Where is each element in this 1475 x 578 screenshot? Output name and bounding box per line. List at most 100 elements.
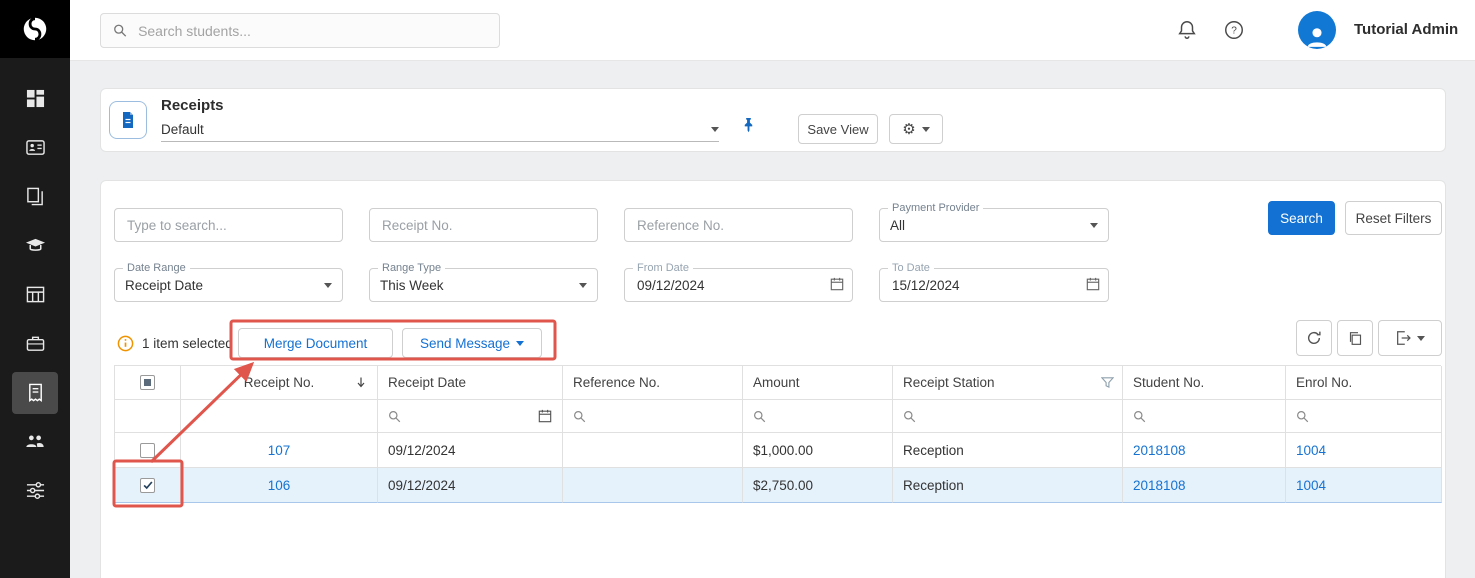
column-header-enrol-no[interactable]: Enrol No.	[1286, 366, 1442, 400]
view-selector[interactable]: Default	[161, 118, 719, 142]
topbar: ? Tutorial Admin	[70, 0, 1475, 61]
from-date-label: From Date	[633, 261, 693, 275]
payment-provider-select[interactable]: Payment Provider All	[879, 208, 1109, 242]
range-type-label: Range Type	[378, 261, 445, 275]
chevron-down-icon	[1090, 223, 1098, 228]
refresh-button[interactable]	[1296, 320, 1332, 356]
filter-cell-receipt-no[interactable]	[181, 400, 378, 433]
row-checkbox-cell	[115, 468, 181, 503]
send-message-button[interactable]: Send Message	[402, 328, 542, 358]
gear-icon: ⚙	[902, 120, 915, 138]
save-view-button[interactable]: Save View	[798, 114, 878, 144]
quick-search-field	[114, 208, 343, 242]
chevron-down-icon	[711, 127, 719, 132]
range-type-select[interactable]: Range Type This Week	[369, 268, 598, 302]
filter-cell-receipt-station[interactable]	[893, 400, 1123, 433]
receipt-no-link[interactable]: 106	[268, 478, 291, 493]
chevron-down-icon	[324, 283, 332, 288]
filter-funnel-icon[interactable]	[1101, 376, 1114, 392]
sidebar-item-settings[interactable]	[0, 466, 70, 515]
filter-cell-receipt-date[interactable]	[378, 400, 563, 433]
calendar-icon[interactable]	[1086, 277, 1100, 294]
app-logo[interactable]	[0, 0, 70, 58]
export-button[interactable]	[1378, 320, 1442, 356]
row-checkbox-checked[interactable]	[140, 478, 155, 493]
receipt-no-cell: 106	[181, 468, 378, 503]
svg-text:?: ?	[1231, 26, 1237, 37]
column-header-amount[interactable]: Amount	[743, 366, 893, 400]
date-range-select[interactable]: Date Range Receipt Date	[114, 268, 343, 302]
to-date-input[interactable]	[890, 277, 1098, 294]
send-message-label: Send Message	[420, 336, 510, 351]
sidebar-item-people[interactable]	[0, 417, 70, 466]
chevron-down-icon	[516, 341, 524, 346]
sidebar-item-dashboard[interactable]	[0, 74, 70, 123]
date-range-label: Date Range	[123, 261, 190, 275]
student-no-link[interactable]: 2018108	[1133, 478, 1186, 493]
filter-cell-amount[interactable]	[743, 400, 893, 433]
receipt-no-link[interactable]: 107	[268, 443, 291, 458]
view-selector-value: Default	[161, 122, 204, 137]
receipt-no-input[interactable]	[380, 217, 587, 234]
receipt-date-cell: 09/12/2024	[378, 468, 563, 503]
sidebar-item-receipts[interactable]	[0, 368, 70, 417]
pin-view-button[interactable]	[741, 117, 756, 138]
copy-button[interactable]	[1337, 320, 1373, 356]
help-button[interactable]: ?	[1222, 18, 1246, 42]
to-date-label: To Date	[888, 261, 934, 275]
receipt-station-cell: Reception	[893, 468, 1123, 503]
notifications-button[interactable]	[1175, 18, 1199, 42]
reference-no-input[interactable]	[635, 217, 842, 234]
sidebar-item-contacts[interactable]	[0, 123, 70, 172]
column-header-receipt-date[interactable]: Receipt Date	[378, 366, 563, 400]
filter-cell-enrol-no[interactable]	[1286, 400, 1442, 433]
merge-document-button[interactable]: Merge Document	[238, 328, 393, 358]
reference-no-cell	[563, 468, 743, 503]
document-icon	[118, 110, 138, 130]
calendar-icon[interactable]	[538, 409, 552, 423]
chevron-down-icon	[1417, 336, 1425, 341]
enrol-no-link[interactable]: 1004	[1296, 478, 1326, 493]
column-header-reference-no[interactable]: Reference No.	[563, 366, 743, 400]
check-icon	[142, 479, 154, 491]
sidebar-item-students[interactable]	[0, 221, 70, 270]
column-header-receipt-no[interactable]: Receipt No.	[181, 366, 378, 400]
student-search-input[interactable]	[136, 22, 487, 40]
user-avatar[interactable]	[1298, 11, 1336, 49]
student-no-cell: 2018108	[1123, 433, 1286, 468]
search-button[interactable]: Search	[1268, 201, 1335, 235]
receipts-page: ? Tutorial Admin Receipts Default Save V…	[0, 0, 1475, 578]
quick-search-input[interactable]	[125, 217, 332, 234]
select-all-checkbox[interactable]	[140, 375, 155, 390]
search-icon	[1133, 410, 1146, 423]
row-checkbox[interactable]	[140, 443, 155, 458]
timetable-icon	[26, 285, 45, 304]
table-header-row: Receipt No. Receipt Date Reference No. A…	[115, 366, 1441, 400]
header-checkbox-cell	[115, 366, 181, 400]
column-header-receipt-station[interactable]: Receipt Station	[893, 366, 1123, 400]
bell-icon	[1176, 19, 1198, 41]
payment-provider-label: Payment Provider	[888, 201, 983, 215]
sidebar-item-documents[interactable]	[0, 172, 70, 221]
sidebar-item-business[interactable]	[0, 319, 70, 368]
pin-icon	[741, 117, 756, 133]
filter-cell-reference-no[interactable]	[563, 400, 743, 433]
sidebar-item-timetable[interactable]	[0, 270, 70, 319]
from-date-input[interactable]	[635, 277, 842, 294]
student-no-cell: 2018108	[1123, 468, 1286, 503]
search-icon	[903, 410, 916, 423]
payment-provider-value: All	[890, 218, 905, 233]
column-header-student-no[interactable]: Student No.	[1123, 366, 1286, 400]
page-title: Receipts	[161, 97, 224, 114]
refresh-icon	[1306, 330, 1322, 346]
people-icon	[25, 432, 45, 451]
filter-cell-student-no[interactable]	[1123, 400, 1286, 433]
calendar-icon[interactable]	[830, 277, 844, 294]
reset-filters-button[interactable]: Reset Filters	[1345, 201, 1442, 235]
user-name[interactable]: Tutorial Admin	[1354, 21, 1458, 38]
indeterminate-mark	[144, 379, 151, 386]
view-settings-button[interactable]: ⚙	[889, 114, 943, 144]
enrol-no-link[interactable]: 1004	[1296, 443, 1326, 458]
receipt-no-field	[369, 208, 598, 242]
student-no-link[interactable]: 2018108	[1133, 443, 1186, 458]
